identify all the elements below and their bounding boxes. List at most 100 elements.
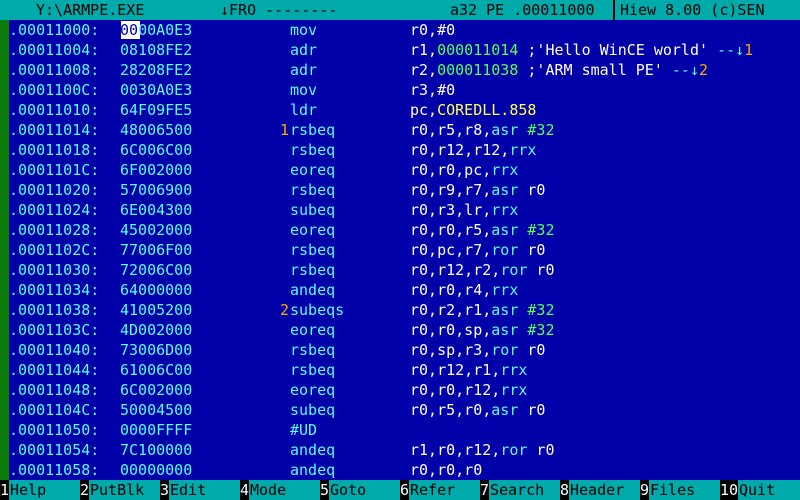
fkey-label: PutBlk — [89, 480, 160, 500]
row-opcode-bytes[interactable]: 08108FE2 — [120, 40, 192, 60]
row-opcode-bytes[interactable]: 45002000 — [120, 220, 192, 240]
row-opcode-bytes[interactable]: 0000FFFF — [120, 420, 192, 440]
fkey-putblk[interactable]: 2 PutBlk — [80, 480, 160, 500]
row-operands: r0,pc,r7,ror r0 — [410, 240, 545, 260]
listing-row[interactable]: .00011024: 6E004300 subeq r0,r3,lr,rrx — [0, 200, 800, 220]
fkey-refer[interactable]: 6 Refer — [400, 480, 480, 500]
operand-part: ror — [491, 241, 519, 259]
fkey-label: Search — [489, 480, 560, 500]
listing-row[interactable]: .00011004: 08108FE2 adr r1,000011014 ;'Hell… — [0, 40, 800, 60]
listing-row[interactable]: .00011014: 48006500 1 rsbeq r0,r5,r8,asr #32 — [0, 120, 800, 140]
fkey-mode[interactable]: 4 Mode — [240, 480, 320, 500]
row-mnemonic: subeqs — [290, 301, 345, 319]
operand-part: asr — [491, 401, 519, 419]
row-operands: r1,000011014 ;'Hello WinCE world' --↓1 — [410, 40, 753, 60]
listing-row[interactable]: .00011054: 7C100000 andeq r1,r0,r12,ror r0 — [0, 440, 800, 460]
fkey-goto[interactable]: 5 Goto — [320, 480, 400, 500]
row-opcode-bytes[interactable]: 77006F00 — [120, 240, 192, 260]
operand-part: r0,r12,r2, — [410, 261, 501, 279]
operand-part[interactable]: 2 — [699, 61, 708, 79]
fkey-files[interactable]: 9 Files — [640, 480, 720, 500]
listing-row[interactable]: .0001102C: 77006F00 rsbeq r0,pc,r7,ror r0 — [0, 240, 800, 260]
row-opcode-bytes[interactable]: 57006900 — [120, 180, 192, 200]
row-mnemonic: subeq — [290, 401, 336, 419]
fkey-number: 10 — [720, 480, 739, 500]
row-opcode-bytes[interactable]: 00000000 — [120, 460, 192, 480]
listing-row[interactable]: .00011010: 64F09FE5 ldr pc,COREDLL.858 — [0, 100, 800, 120]
row-opcode-bytes[interactable]: 6E004300 — [120, 200, 192, 220]
listing-row[interactable]: .00011018: 6C006C00 rsbeq r0,r12,r12,rrx — [0, 140, 800, 160]
operand-part: r0,r0,r5, — [410, 221, 492, 239]
operand-part[interactable]: --↓ — [717, 41, 744, 59]
row-gutter-marker — [0, 380, 9, 400]
row-opcode-bytes[interactable]: 7C100000 — [120, 440, 192, 460]
listing-row[interactable]: .00011008: 28208FE2 adr r2,000011038 ;'ARM … — [0, 60, 800, 80]
row-mnemonic: eoreq — [290, 381, 336, 399]
operand-part: rrx — [491, 201, 519, 219]
row-opcode-bytes[interactable]: 50004500 — [120, 400, 192, 420]
fkey-search[interactable]: 7 Search — [480, 480, 560, 500]
listing-row[interactable]: .00011034: 64000000 andeq r0,r0,r4,rrx — [0, 280, 800, 300]
fkey-help[interactable]: 1 Help — [0, 480, 80, 500]
reference-marker[interactable]: 2 — [280, 300, 289, 320]
operand-part[interactable]: --↓ — [672, 61, 699, 79]
row-opcode-bytes[interactable]: 73006D00 — [120, 340, 192, 360]
listing-row[interactable]: .00011030: 72006C00 rsbeq r0,r12,r2,ror r0 — [0, 260, 800, 280]
row-address: .00011058: — [9, 461, 100, 479]
row-opcode-bytes[interactable]: 64000000 — [120, 280, 192, 300]
row-opcode-bytes[interactable]: 61006C00 — [120, 360, 192, 380]
row-gutter-marker — [0, 340, 9, 360]
fkey-label: Refer — [409, 480, 480, 500]
listing-row[interactable]: .00011050: 0000FFFF #UD — [0, 420, 800, 440]
row-opcode-bytes[interactable]: 41005200 — [120, 300, 192, 320]
row-opcode-bytes[interactable]: 72006C00 — [120, 260, 192, 280]
row-opcode-bytes[interactable]: 28208FE2 — [120, 60, 192, 80]
row-opcode-bytes[interactable]: 48006500 — [120, 120, 192, 140]
listing-row[interactable]: .00011044: 61006C00 rsbeq r0,r12,r1,rrx — [0, 360, 800, 380]
operand-part[interactable]: 1 — [744, 41, 753, 59]
listing-row[interactable]: .00011038: 41005200 2 subeqs r0,r2,r1,asr #3… — [0, 300, 800, 320]
row-gutter-marker — [0, 400, 9, 420]
row-opcode-bytes[interactable]: 4D002000 — [120, 320, 192, 340]
listing-row[interactable]: .0001104C: 50004500 subeq r0,r5,r0,asr r0 — [0, 400, 800, 420]
operand-part: rrx — [491, 161, 519, 179]
row-address: .00011018: — [9, 141, 100, 159]
listing-row[interactable]: .00011028: 45002000 eoreq r0,r0,r5,asr #32 — [0, 220, 800, 240]
listing-row[interactable]: .00011020: 57006900 rsbeq r0,r9,r7,asr r0 — [0, 180, 800, 200]
row-gutter-marker — [0, 440, 9, 460]
fkey-label: Files — [649, 480, 720, 500]
operand-part: r0,r0,pc, — [410, 161, 492, 179]
listing-row[interactable]: .00011000:0000A0E300movr0,#0 — [0, 20, 800, 40]
operand-part: r0,r5,r0, — [410, 401, 492, 419]
row-address: .00011034: — [9, 281, 100, 299]
disassembly-listing[interactable]: .00011000:0000A0E300movr0,#0.00011004: 08… — [0, 20, 800, 480]
listing-row[interactable]: .00011040: 73006D00 rsbeq r0,sp,r3,ror r0 — [0, 340, 800, 360]
operand-part: r0,pc,r7, — [410, 241, 492, 259]
listing-row[interactable]: .0001100C: 0030A0E3 mov r3,#0 — [0, 80, 800, 100]
fkey-label: Mode — [249, 480, 320, 500]
operand-part: r2, — [410, 61, 438, 79]
row-address: .00011010: — [9, 101, 100, 119]
reference-marker[interactable]: 1 — [280, 120, 289, 140]
fkey-quit[interactable]: 10 Quit — [720, 480, 800, 500]
listing-row[interactable]: .00011048: 6C002000 eoreq r0,r0,r12,rrx — [0, 380, 800, 400]
fkey-label: Help — [9, 480, 80, 500]
row-mnemonic: eoreq — [290, 221, 336, 239]
operand-part: r0,r0,sp, — [410, 321, 492, 339]
row-mnemonic: adr — [290, 41, 318, 59]
row-operands: r3,#0 — [410, 80, 455, 100]
operand-part: 000011014 — [437, 41, 519, 59]
row-opcode-bytes[interactable]: 6F002000 — [120, 160, 192, 180]
row-opcode-bytes[interactable]: 6C002000 — [120, 380, 192, 400]
row-opcode-bytes[interactable]: 0030A0E3 — [120, 80, 192, 100]
row-address: .00011004: — [9, 41, 100, 59]
fkey-header[interactable]: 8 Header — [560, 480, 640, 500]
operand-part: r0 — [518, 241, 546, 259]
fkey-edit[interactable]: 3 Edit — [160, 480, 240, 500]
listing-row[interactable]: .0001103C: 4D002000 eoreq r0,r0,sp,asr #32 — [0, 320, 800, 340]
listing-row[interactable]: .0001101C: 6F002000 eoreq r0,r0,pc,rrx — [0, 160, 800, 180]
row-opcode-bytes[interactable]: 64F09FE5 — [120, 100, 192, 120]
listing-row[interactable]: .00011058: 00000000 andeq r0,r0,r0 — [0, 460, 800, 480]
row-address: .00011050: — [9, 421, 100, 439]
row-opcode-bytes[interactable]: 6C006C00 — [120, 140, 192, 160]
